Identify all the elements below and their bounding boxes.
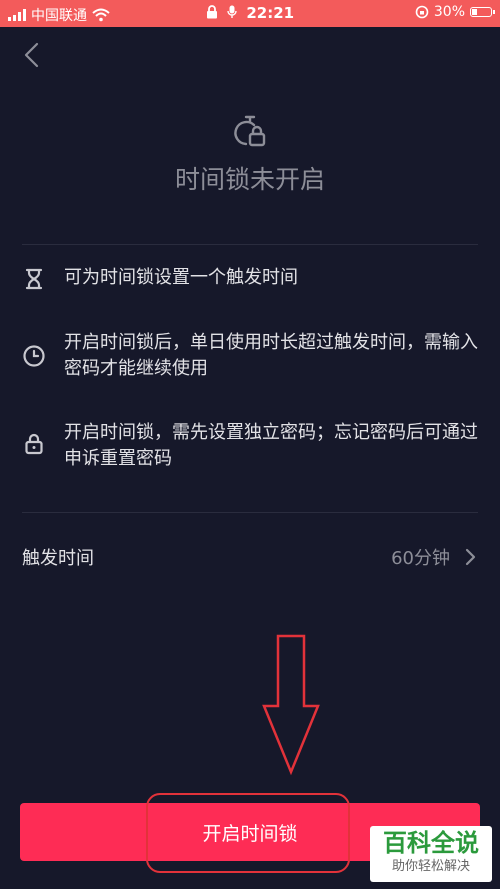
watermark-logo: 百科全说 助你轻松解决 [370, 826, 492, 882]
lock-icon [25, 433, 43, 455]
page-title: 时间锁未开启 [174, 165, 325, 194]
back-button[interactable] [18, 40, 48, 70]
trigger-time-label: 触发时间 [22, 548, 94, 569]
feature-text-password: 开启时间锁，需先设置独立密码；忘记密码后可通过申诉重置密码 [64, 422, 478, 469]
watermark-sub-text: 助你轻松解决 [391, 859, 470, 874]
hourglass-icon [25, 268, 43, 290]
annotation-arrow-icon [262, 634, 320, 776]
status-time: 22:21 [246, 4, 295, 22]
feature-text-trigger: 可为时间锁设置一个触发时间 [64, 267, 298, 288]
divider-top [22, 244, 478, 245]
rotation-lock-icon [415, 5, 429, 19]
trigger-time-setting[interactable]: 触发时间 60分钟 [22, 540, 478, 576]
lock-status-icon [206, 5, 217, 19]
clock-icon [23, 345, 45, 367]
microphone-icon [227, 5, 237, 18]
battery-percent: 30% [433, 4, 465, 20]
trigger-time-value: 60分钟 [391, 548, 450, 569]
battery-icon [470, 7, 495, 17]
divider-bottom [22, 512, 478, 513]
chevron-right-icon [465, 548, 476, 566]
status-bar: 中国联通 22:21 30% [0, 0, 500, 27]
time-lock-icon [234, 115, 266, 147]
feature-text-usage: 开启时间锁后，单日使用时长超过触发时间，需输入密码才能继续使用 [64, 332, 478, 379]
status-right: 30% [415, 4, 495, 20]
watermark-main-text: 百科全说 [383, 829, 479, 857]
